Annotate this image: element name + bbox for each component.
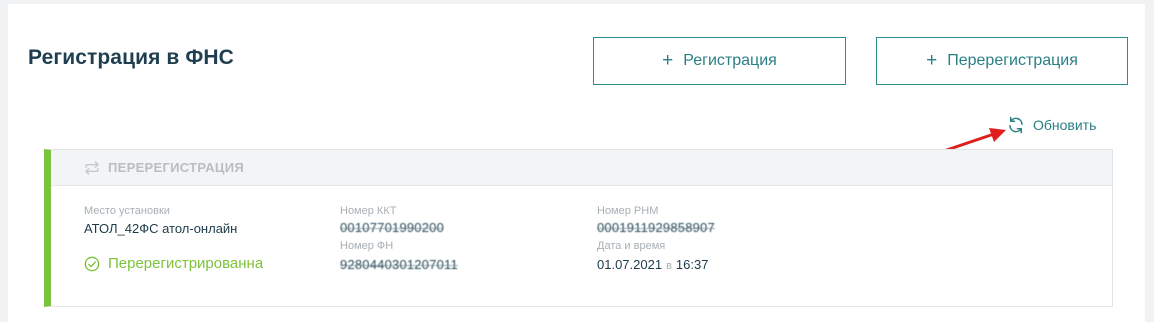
refresh-label: Обновить [1033,117,1097,133]
rnm-value: 0001911929858907 [597,220,715,235]
date-value: 01.07.2021 [597,257,663,272]
status-badge: Перерегистрированна [84,255,263,272]
page-title: Регистрация в ФНС [28,46,234,69]
refresh-button[interactable]: Обновить [1007,116,1096,134]
reregister-button[interactable]: + Перерегистрация [876,37,1128,85]
time-value: 16:37 [675,257,709,272]
kkt-number-label: Номер ККТ [340,205,397,217]
swap-icon [85,160,99,175]
install-place-value: АТОЛ_42ФС атол-онлайн [84,221,238,236]
install-place-label: Место установки [84,205,170,217]
datetime-value: 01.07.2021 в 16:37 [597,257,708,272]
rnm-label: Номер РНМ [597,205,659,217]
status-text: Перерегистрированна [108,255,264,272]
registration-card: ПЕРЕРЕГИСТРАЦИЯ Место установки АТОЛ_42Ф… [44,149,1113,307]
fn-number-value: 9280440301207011 [340,257,458,272]
register-button-label: Регистрация [683,52,777,69]
register-button[interactable]: + Регистрация [593,37,846,85]
fn-number-label: Номер ФН [340,240,394,252]
datetime-label: Дата и время [597,240,666,252]
date-time-separator: в [666,260,672,272]
reregister-button-label: Перерегистрация [947,52,1078,69]
card-type-title: ПЕРЕРЕГИСТРАЦИЯ [108,160,245,175]
plus-icon: + [662,49,674,71]
plus-icon: + [926,49,938,71]
card-header: ПЕРЕРЕГИСТРАЦИЯ [51,150,1112,186]
kkt-number-value: 00107701990200 [340,220,445,235]
check-circle-icon [84,256,100,271]
